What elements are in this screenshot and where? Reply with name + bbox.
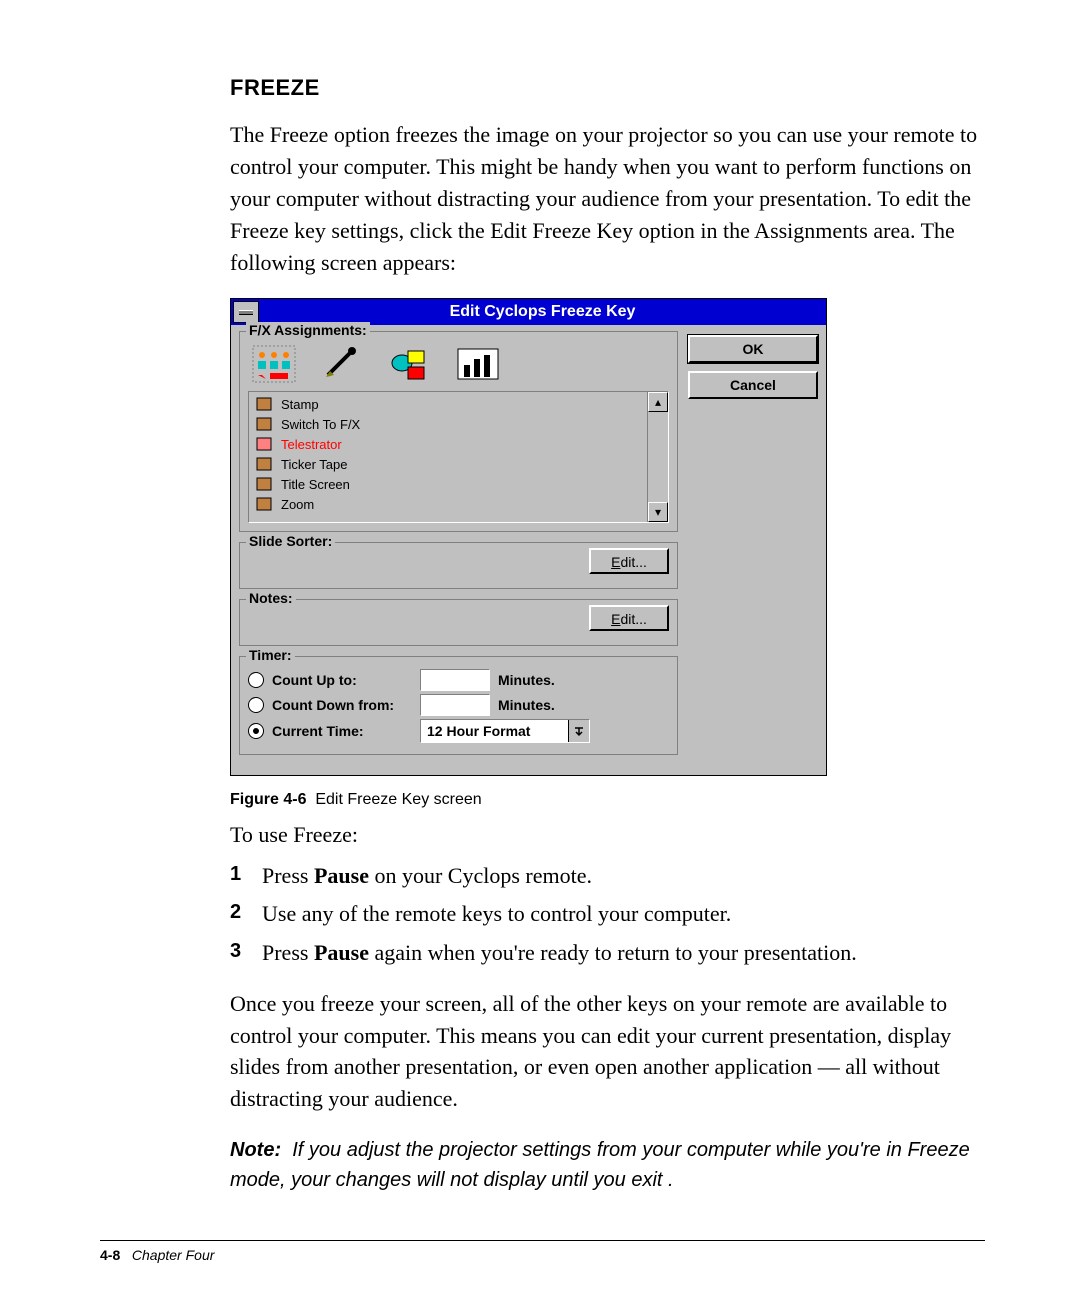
slide-sorter-group: Slide Sorter: Edit... xyxy=(239,542,678,589)
time-format-combo[interactable]: 12 Hour Format xyxy=(420,719,590,743)
toolbar-icon[interactable] xyxy=(252,345,296,383)
list-item[interactable]: Switch To F/X xyxy=(249,414,647,434)
count-up-radio[interactable] xyxy=(248,672,264,688)
count-down-radio[interactable] xyxy=(248,697,264,713)
slide-sorter-edit-button[interactable]: Edit... xyxy=(589,548,669,574)
cancel-button[interactable]: Cancel xyxy=(688,371,818,399)
step-item: 1 Press Pause on your Cyclops remote. xyxy=(230,859,985,893)
step-text: Press Pause again when you're ready to r… xyxy=(262,936,857,970)
step-text: Use any of the remote keys to control yo… xyxy=(262,897,731,931)
list-item[interactable]: Title Screen xyxy=(249,474,647,494)
scroll-down-icon[interactable]: ▾ xyxy=(648,502,668,522)
list-item-label: Zoom xyxy=(281,497,314,512)
list-item[interactable]: Ticker Tape xyxy=(249,454,647,474)
stamp-icon xyxy=(255,396,273,412)
list-item-label: Switch To F/X xyxy=(281,417,360,432)
ticker-icon xyxy=(255,456,273,472)
fx-assignments-label: F/X Assignments: xyxy=(246,322,370,338)
list-item-label: Telestrator xyxy=(281,437,342,452)
step-item: 3 Press Pause again when you're ready to … xyxy=(230,936,985,970)
minutes-label: Minutes. xyxy=(498,672,555,688)
fx-assignments-group: F/X Assignments: xyxy=(239,331,678,532)
timer-label: Timer: xyxy=(246,647,295,663)
scroll-up-icon[interactable]: ▴ xyxy=(648,392,668,412)
section-heading: FREEZE xyxy=(230,75,985,101)
notes-label: Notes: xyxy=(246,590,296,606)
current-time-radio[interactable] xyxy=(248,723,264,739)
list-item-label: Ticker Tape xyxy=(281,457,347,472)
time-format-value: 12 Hour Format xyxy=(421,723,568,739)
chart-icon[interactable] xyxy=(456,345,500,383)
slide-sorter-label: Slide Sorter: xyxy=(246,533,335,549)
step-number: 3 xyxy=(230,936,248,970)
count-down-input[interactable] xyxy=(420,694,490,716)
dialog-title: Edit Cyclops Freeze Key xyxy=(259,303,826,321)
steps-list: 1 Press Pause on your Cyclops remote. 2 Use… xyxy=(230,859,985,969)
switch-icon xyxy=(255,416,273,432)
dropdown-icon[interactable] xyxy=(568,720,589,742)
step-number: 2 xyxy=(230,897,248,931)
laser-icon[interactable] xyxy=(320,345,364,383)
count-up-label: Count Up to: xyxy=(272,672,412,688)
list-item[interactable]: Zoom xyxy=(249,494,647,514)
minutes-label-2: Minutes. xyxy=(498,697,555,713)
zoom-icon xyxy=(255,496,273,512)
after-paragraph: Once you freeze your screen, all of the … xyxy=(230,988,985,1116)
current-time-label: Current Time: xyxy=(272,723,412,739)
fx-listbox[interactable]: Stamp Switch To F/X Telestrator Ticker Tape… xyxy=(248,391,669,523)
scrollbar[interactable]: ▴ ▾ xyxy=(647,392,668,522)
ok-button[interactable]: OK xyxy=(688,335,818,363)
notes-group: Notes: Edit... xyxy=(239,599,678,646)
timer-group: Timer: Count Up to: Minutes. Count Down … xyxy=(239,656,678,755)
step-item: 2 Use any of the remote keys to control y… xyxy=(230,897,985,931)
telestrator-icon xyxy=(255,436,273,452)
system-menu-icon[interactable] xyxy=(233,301,259,323)
step-number: 1 xyxy=(230,859,248,893)
count-down-label: Count Down from: xyxy=(272,697,412,713)
shapes-icon[interactable] xyxy=(388,345,432,383)
title-icon xyxy=(255,476,273,492)
note-paragraph: Note: If you adjust the projector settin… xyxy=(230,1135,985,1195)
count-up-input[interactable] xyxy=(420,669,490,691)
list-item-label: Title Screen xyxy=(281,477,350,492)
list-item-label: Stamp xyxy=(281,397,319,412)
to-use-label: To use Freeze: xyxy=(230,819,985,851)
list-item[interactable]: Telestrator xyxy=(249,434,647,454)
dialog-screenshot: Edit Cyclops Freeze Key F/X Assignments: xyxy=(230,298,827,776)
notes-edit-button[interactable]: Edit... xyxy=(589,605,669,631)
intro-paragraph: The Freeze option freezes the image on y… xyxy=(230,119,985,278)
list-item[interactable]: Stamp xyxy=(249,394,647,414)
page-footer: 4-8 Chapter Four xyxy=(100,1240,985,1263)
step-text: Press Pause on your Cyclops remote. xyxy=(262,859,592,893)
figure-caption: Figure 4-6 Edit Freeze Key screen xyxy=(230,791,985,809)
